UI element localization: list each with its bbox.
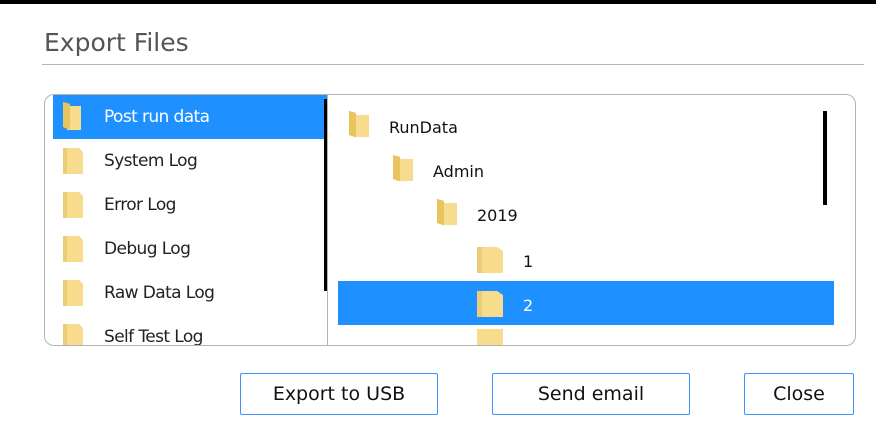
pane-divider [327,95,328,345]
tree-node-admin[interactable]: Admin [389,147,789,191]
list-item-system-log[interactable]: System Log [53,139,328,183]
folder-icon [61,188,83,218]
window-top-border [0,0,876,4]
folder-icon [61,276,83,306]
tree-node-label: 2019 [477,206,518,225]
title-divider [42,64,864,65]
tree-node-label: RunData [389,118,458,137]
list-item-label: Raw Data Log [104,283,215,303]
list-item-self-test-log[interactable]: Self Test Log [53,315,328,345]
folder-icon [61,232,83,262]
dialog-title: Export Files [44,28,189,57]
export-to-usb-button[interactable]: Export to USB [240,373,438,415]
folder-icon [475,243,505,273]
folder-icon [477,327,505,345]
list-item-debug-log[interactable]: Debug Log [53,227,328,271]
list-item-error-log[interactable]: Error Log [53,183,328,227]
tree-node-label: 1 [523,252,534,271]
tree-node-rundata[interactable]: RunData [345,103,805,147]
list-item-label: Error Log [104,195,176,215]
file-browser-panel: Post run data System Log Error Log Debug… [44,94,856,346]
folder-open-icon [433,197,463,227]
list-item-label: Post run data [104,107,210,127]
tree-node-2019[interactable]: 2019 [433,191,793,235]
list-item-label: System Log [104,151,198,171]
folder-tree-scrollbar[interactable] [823,111,827,205]
list-item-label: Debug Log [104,239,191,259]
list-item-raw-data-log[interactable]: Raw Data Log [53,271,328,315]
tree-node-label: Admin [433,162,484,181]
folder-open-icon [345,109,375,139]
folder-icon [475,287,505,317]
close-button[interactable]: Close [744,373,854,415]
list-item-post-run-data[interactable]: Post run data [53,95,328,139]
folder-open-icon [61,100,83,130]
tree-node-label: 2 [523,296,534,315]
folder-open-icon [389,153,419,183]
folder-icon [61,320,83,345]
tree-node-2[interactable]: 2 [475,281,795,325]
tree-node-1[interactable]: 1 [475,237,795,281]
log-category-list[interactable]: Post run data System Log Error Log Debug… [53,95,328,345]
folder-icon [61,144,83,174]
list-item-label: Self Test Log [104,327,203,345]
send-email-button[interactable]: Send email [492,373,690,415]
